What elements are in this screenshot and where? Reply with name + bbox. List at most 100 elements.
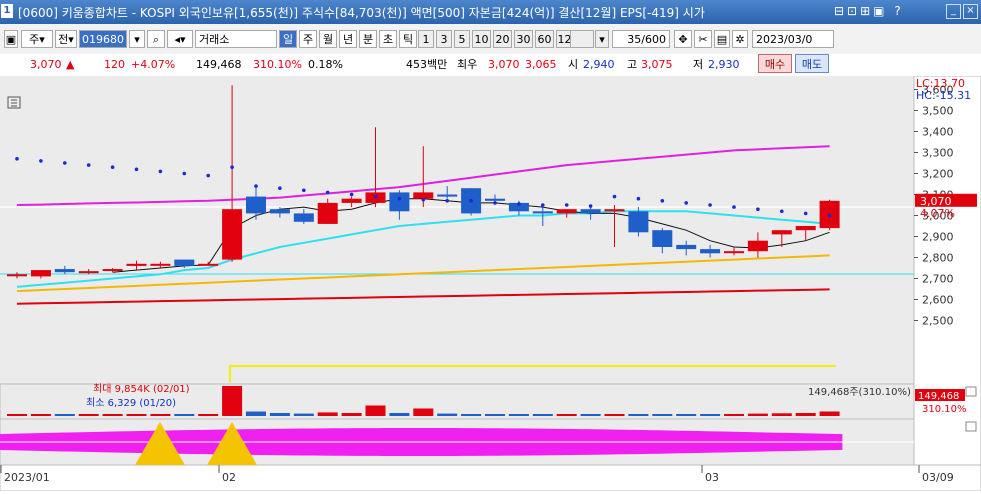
buy-button[interactable]: 매수	[758, 54, 792, 73]
y-tick-label: 2,800	[922, 252, 954, 265]
sar-dot	[660, 199, 665, 203]
volume-bar	[198, 414, 219, 416]
volume-bar	[771, 413, 792, 416]
volume-bar	[246, 411, 266, 416]
stock-code-input[interactable]: 019680	[79, 30, 127, 48]
sar-dot	[278, 186, 282, 190]
volume-bar	[508, 414, 529, 416]
interval-dropdown-icon[interactable]: ▾	[595, 30, 609, 48]
zoom-icon[interactable]: ✥	[674, 30, 692, 48]
volume-bar	[54, 414, 75, 416]
indicator-menu-icon[interactable]	[965, 421, 977, 432]
volume-value: 149,468	[196, 58, 242, 71]
volume-bar	[389, 413, 410, 416]
sar-dot	[732, 205, 736, 209]
volume-bar	[652, 414, 673, 416]
candle-body	[102, 269, 123, 272]
price-chart[interactable]: 3,6003,5003,4003,3003,2003,1003,0002,900…	[0, 75, 981, 492]
candle-body	[724, 251, 744, 254]
sar-dot	[588, 204, 593, 208]
interval-button[interactable]: 10	[472, 30, 491, 48]
sell-button[interactable]: 매도	[795, 54, 829, 73]
volume-bar	[150, 414, 171, 416]
settings-gear-icon[interactable]: ✲	[732, 30, 748, 48]
title-icon-group[interactable]: ⊟⊡⊞▣ ?	[834, 4, 904, 18]
high-price: 3,075	[641, 58, 673, 71]
chart-area[interactable]: 3,6003,5003,4003,3003,2003,1003,0002,900…	[0, 75, 981, 492]
candle-body	[174, 259, 195, 266]
sar-dot	[134, 167, 139, 172]
count-field[interactable]: 35/600	[612, 30, 670, 48]
candle-body	[700, 249, 721, 254]
trade-amount: 453백만	[406, 58, 448, 71]
volume-bar	[700, 414, 721, 416]
candle-body	[556, 209, 577, 214]
interval-button[interactable]: 3	[436, 30, 452, 48]
sound-icon[interactable]: ◂▾	[167, 30, 193, 48]
interval-button[interactable]: 1	[418, 30, 434, 48]
volume-bar	[747, 413, 768, 416]
market-select-label: 거래소	[199, 33, 230, 46]
code-dropdown-icon[interactable]: ▾	[129, 30, 145, 48]
period-button[interactable]: 주	[299, 30, 317, 48]
low-price: 2,930	[708, 58, 740, 71]
sar-dot	[230, 165, 234, 169]
interval-button[interactable]: 20	[493, 30, 512, 48]
period-button[interactable]: 월	[319, 30, 337, 48]
current-price: 3,070	[30, 58, 62, 71]
toggle-panel-icon[interactable]: ▣	[4, 30, 18, 48]
candle-body	[604, 209, 625, 212]
volume-ratio: 310.10%	[253, 58, 302, 71]
high-label: 고	[627, 58, 638, 71]
sub-view-label: 전	[58, 33, 69, 46]
period-button[interactable]: 년	[339, 30, 357, 48]
sar-dot	[564, 203, 569, 207]
period-button[interactable]: 분	[359, 30, 377, 48]
candle-body	[652, 230, 673, 247]
volume-tag: 149,468	[918, 391, 959, 402]
sar-dot	[110, 165, 115, 169]
period-button[interactable]: 틱	[399, 30, 417, 48]
candle-body	[54, 269, 75, 273]
volume-bar	[102, 414, 123, 416]
save-icon[interactable]: ▤	[714, 30, 730, 48]
scissors-icon[interactable]: ✂	[694, 30, 712, 48]
sar-dot	[86, 163, 91, 167]
sar-dot	[636, 196, 641, 201]
search-icon[interactable]: ⌕	[147, 30, 165, 48]
interval-button[interactable]: 30	[514, 30, 533, 48]
market-select[interactable]: 거래소	[195, 30, 277, 48]
sar-dot	[541, 203, 545, 207]
candle-body	[389, 192, 410, 212]
interval-input[interactable]	[570, 30, 594, 48]
interval-button[interactable]: 60	[535, 30, 554, 48]
sar-dot	[325, 190, 330, 195]
best-bid: 3,065	[525, 58, 557, 71]
candle-body	[676, 244, 697, 250]
volume-bar	[604, 414, 625, 416]
x-tick-label: 03	[705, 471, 719, 484]
candle-body	[150, 263, 171, 266]
sar-dot	[63, 161, 67, 165]
volume-bar	[628, 414, 649, 416]
minimize-icon[interactable]: _	[946, 4, 961, 19]
volume-menu-icon[interactable]	[965, 386, 977, 397]
volume-bar	[174, 414, 195, 416]
interval-button[interactable]: 5	[454, 30, 470, 48]
y-tick-label: 3,500	[922, 105, 954, 118]
sar-dot	[708, 203, 712, 207]
price-change: 120	[104, 58, 125, 71]
sar-dot	[373, 194, 378, 199]
close-icon[interactable]: ×	[963, 4, 978, 19]
hc-label: HC:-15.31	[916, 89, 971, 102]
date-field[interactable]: 2023/03/0	[752, 30, 834, 48]
period-button[interactable]: 일	[279, 30, 297, 48]
period-button[interactable]: 초	[379, 30, 397, 48]
candle-body	[222, 209, 243, 260]
open-price: 2,940	[583, 58, 615, 71]
sub-view-select[interactable]: 전▾	[55, 30, 77, 48]
price-change-pct: +4.07%	[131, 58, 176, 71]
sar-dot	[756, 207, 760, 211]
y-tick-label: 3,300	[922, 147, 954, 160]
main-view-select[interactable]: 주▾	[21, 30, 53, 48]
